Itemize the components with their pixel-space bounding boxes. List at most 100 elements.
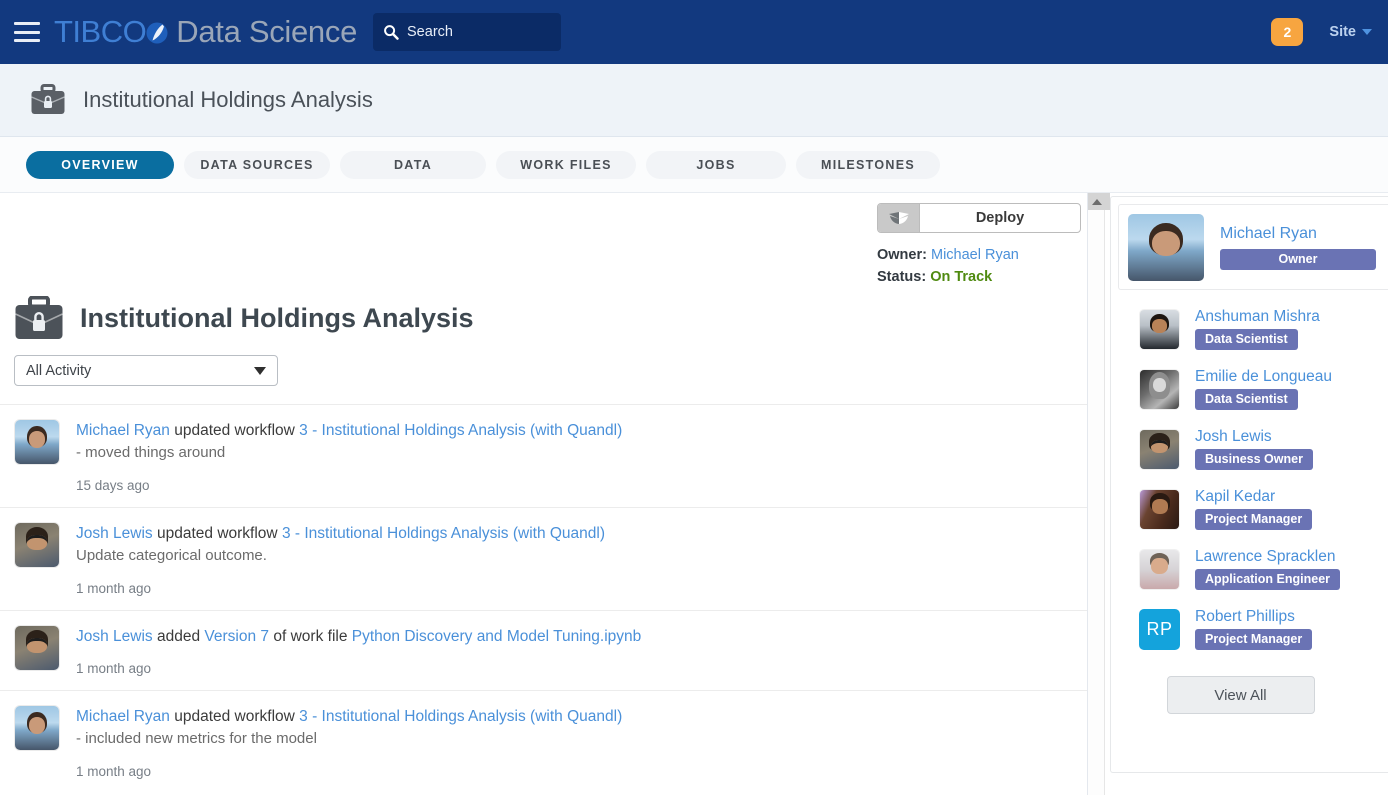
search-input[interactable]: Search bbox=[373, 13, 562, 51]
brand-tibco-text: TIBCO bbox=[54, 14, 147, 49]
status-row: Status: On Track bbox=[877, 266, 1081, 288]
activity-version-link[interactable]: Version 7 bbox=[204, 628, 269, 645]
brand-logo[interactable]: TIBCO Data Science bbox=[54, 14, 357, 50]
chevron-down-icon bbox=[1362, 29, 1372, 35]
member-name-link[interactable]: Kapil Kedar bbox=[1195, 488, 1312, 506]
activity-actor-link[interactable]: Michael Ryan bbox=[76, 708, 170, 725]
member-name-link[interactable]: Emilie de Longueau bbox=[1195, 368, 1332, 386]
activity-description: Update categorical outcome. bbox=[76, 547, 267, 564]
hamburger-menu-icon[interactable] bbox=[14, 22, 40, 42]
activity-text: Josh Lewis updated workflow 3 - Institut… bbox=[76, 522, 605, 596]
member-name-link[interactable]: Robert Phillips bbox=[1195, 608, 1312, 626]
member-info: Josh Lewis Business Owner bbox=[1195, 428, 1313, 470]
view-all-wrap: View All bbox=[1111, 676, 1388, 714]
page-title: Institutional Holdings Analysis bbox=[83, 87, 373, 112]
activity-verb: updated workflow bbox=[174, 422, 295, 439]
activity-verb: updated workflow bbox=[174, 708, 295, 725]
list-item[interactable]: Kapil Kedar Project Manager bbox=[1139, 488, 1388, 530]
tab-milestones[interactable]: MILESTONES bbox=[796, 150, 940, 179]
list-item[interactable]: Michael Ryan updated workflow 3 - Instit… bbox=[0, 404, 1087, 507]
members-panel: Michael Ryan Owner Anshuman Mishra Data … bbox=[1110, 196, 1388, 773]
nav-right-group: 2 Site bbox=[1271, 0, 1372, 64]
activity-verb: added bbox=[157, 628, 201, 645]
deploy-button[interactable]: Deploy bbox=[877, 203, 1081, 233]
notifications-badge[interactable]: 2 bbox=[1271, 18, 1304, 46]
page-title-bar: Institutional Holdings Analysis bbox=[0, 64, 1388, 137]
site-menu-button[interactable]: Site bbox=[1329, 24, 1372, 40]
list-item[interactable]: RP Robert Phillips Project Manager bbox=[1139, 608, 1388, 650]
scroll-up-button[interactable] bbox=[1088, 193, 1105, 210]
briefcase-lock-icon bbox=[30, 84, 66, 116]
owner-label: Owner: bbox=[877, 247, 927, 263]
activity-text: Michael Ryan updated workflow 3 - Instit… bbox=[76, 705, 622, 779]
avatar bbox=[1139, 548, 1180, 590]
role-badge: Application Engineer bbox=[1195, 569, 1341, 590]
owner-row: Owner: Michael Ryan bbox=[877, 244, 1081, 266]
member-info: Lawrence Spracklen Application Engineer bbox=[1195, 548, 1341, 590]
list-item[interactable]: Anshuman Mishra Data Scientist bbox=[1139, 308, 1388, 350]
role-badge: Data Scientist bbox=[1195, 389, 1298, 410]
search-placeholder-text: Search bbox=[407, 24, 453, 40]
activity-filter-select[interactable]: All Activity bbox=[14, 355, 278, 386]
top-navigation-bar: TIBCO Data Science Search 2 Site bbox=[0, 0, 1388, 64]
role-badge: Data Scientist bbox=[1195, 329, 1298, 350]
activity-text: Michael Ryan updated workflow 3 - Instit… bbox=[76, 419, 622, 493]
tab-data-sources[interactable]: DATA SOURCES bbox=[184, 150, 330, 179]
activity-actor-link[interactable]: Josh Lewis bbox=[76, 525, 153, 542]
tab-work-files[interactable]: WORK FILES bbox=[496, 150, 636, 179]
avatar bbox=[14, 522, 60, 568]
deploy-fan-icon bbox=[878, 204, 920, 232]
activity-description: - included new metrics for the model bbox=[76, 730, 317, 747]
activity-actor-link[interactable]: Josh Lewis bbox=[76, 628, 153, 645]
tab-bar: OVERVIEW DATA SOURCES DATA WORK FILES JO… bbox=[0, 137, 1388, 193]
member-name-link[interactable]: Anshuman Mishra bbox=[1195, 308, 1320, 326]
status-label: Status: bbox=[877, 269, 927, 285]
list-item[interactable]: Josh Lewis Business Owner bbox=[1139, 428, 1388, 470]
activity-timestamp: 1 month ago bbox=[76, 581, 152, 596]
avatar bbox=[1139, 428, 1180, 470]
list-item[interactable]: Josh Lewis added Version 7 of work file … bbox=[0, 610, 1087, 690]
activity-headline: Josh Lewis added Version 7 of work file … bbox=[76, 626, 641, 647]
view-all-button[interactable]: View All bbox=[1166, 676, 1315, 714]
hamburger-line bbox=[14, 30, 40, 34]
role-badge: Project Manager bbox=[1195, 509, 1313, 530]
project-title: Institutional Holdings Analysis bbox=[80, 303, 474, 333]
vertical-scrollbar[interactable] bbox=[1088, 193, 1105, 795]
tab-overview[interactable]: OVERVIEW bbox=[26, 150, 174, 179]
project-meta: Owner: Michael Ryan Status: On Track bbox=[877, 244, 1081, 288]
list-item[interactable]: Michael Ryan updated workflow 3 - Instit… bbox=[0, 690, 1087, 793]
avatar bbox=[1139, 368, 1180, 410]
list-item[interactable]: Emilie de Longueau Data Scientist bbox=[1139, 368, 1388, 410]
activity-description: - moved things around bbox=[76, 444, 226, 461]
activity-target-link[interactable]: 3 - Institutional Holdings Analysis (wit… bbox=[299, 422, 622, 439]
activity-timestamp: 1 month ago bbox=[76, 661, 152, 676]
list-item[interactable]: Josh Lewis updated workflow 3 - Institut… bbox=[0, 507, 1087, 610]
activity-text: Josh Lewis added Version 7 of work file … bbox=[76, 625, 641, 676]
activity-target-link[interactable]: 3 - Institutional Holdings Analysis (wit… bbox=[282, 525, 605, 542]
avatar bbox=[1139, 308, 1180, 350]
member-name-link[interactable]: Michael Ryan bbox=[1220, 225, 1376, 243]
owner-link[interactable]: Michael Ryan bbox=[931, 247, 1019, 263]
activity-feed: Michael Ryan updated workflow 3 - Instit… bbox=[0, 404, 1087, 793]
activity-actor-link[interactable]: Michael Ryan bbox=[76, 422, 170, 439]
hamburger-line bbox=[14, 39, 40, 42]
avatar bbox=[14, 625, 60, 671]
member-info: Kapil Kedar Project Manager bbox=[1195, 488, 1313, 530]
avatar bbox=[14, 705, 60, 751]
hamburger-line bbox=[14, 22, 40, 25]
brand-product-text: Data Science bbox=[176, 14, 358, 49]
search-icon bbox=[383, 24, 399, 40]
activity-target-link[interactable]: Python Discovery and Model Tuning.ipynb bbox=[352, 628, 642, 645]
activity-verb: updated workflow bbox=[157, 525, 278, 542]
main-content-area: Deploy Owner: Michael Ryan Status: On Tr… bbox=[0, 193, 1088, 795]
member-info: Robert Phillips Project Manager bbox=[1195, 608, 1313, 650]
activity-timestamp: 15 days ago bbox=[76, 478, 150, 493]
activity-target-link[interactable]: 3 - Institutional Holdings Analysis (wit… bbox=[299, 708, 622, 725]
tab-data[interactable]: DATA bbox=[340, 150, 486, 179]
tibco-swirl-icon bbox=[146, 16, 168, 44]
tab-jobs[interactable]: JOBS bbox=[646, 150, 786, 179]
list-item[interactable]: Lawrence Spracklen Application Engineer bbox=[1139, 548, 1388, 590]
owner-card[interactable]: Michael Ryan Owner bbox=[1118, 204, 1388, 290]
member-name-link[interactable]: Lawrence Spracklen bbox=[1195, 548, 1340, 566]
member-name-link[interactable]: Josh Lewis bbox=[1195, 428, 1313, 446]
